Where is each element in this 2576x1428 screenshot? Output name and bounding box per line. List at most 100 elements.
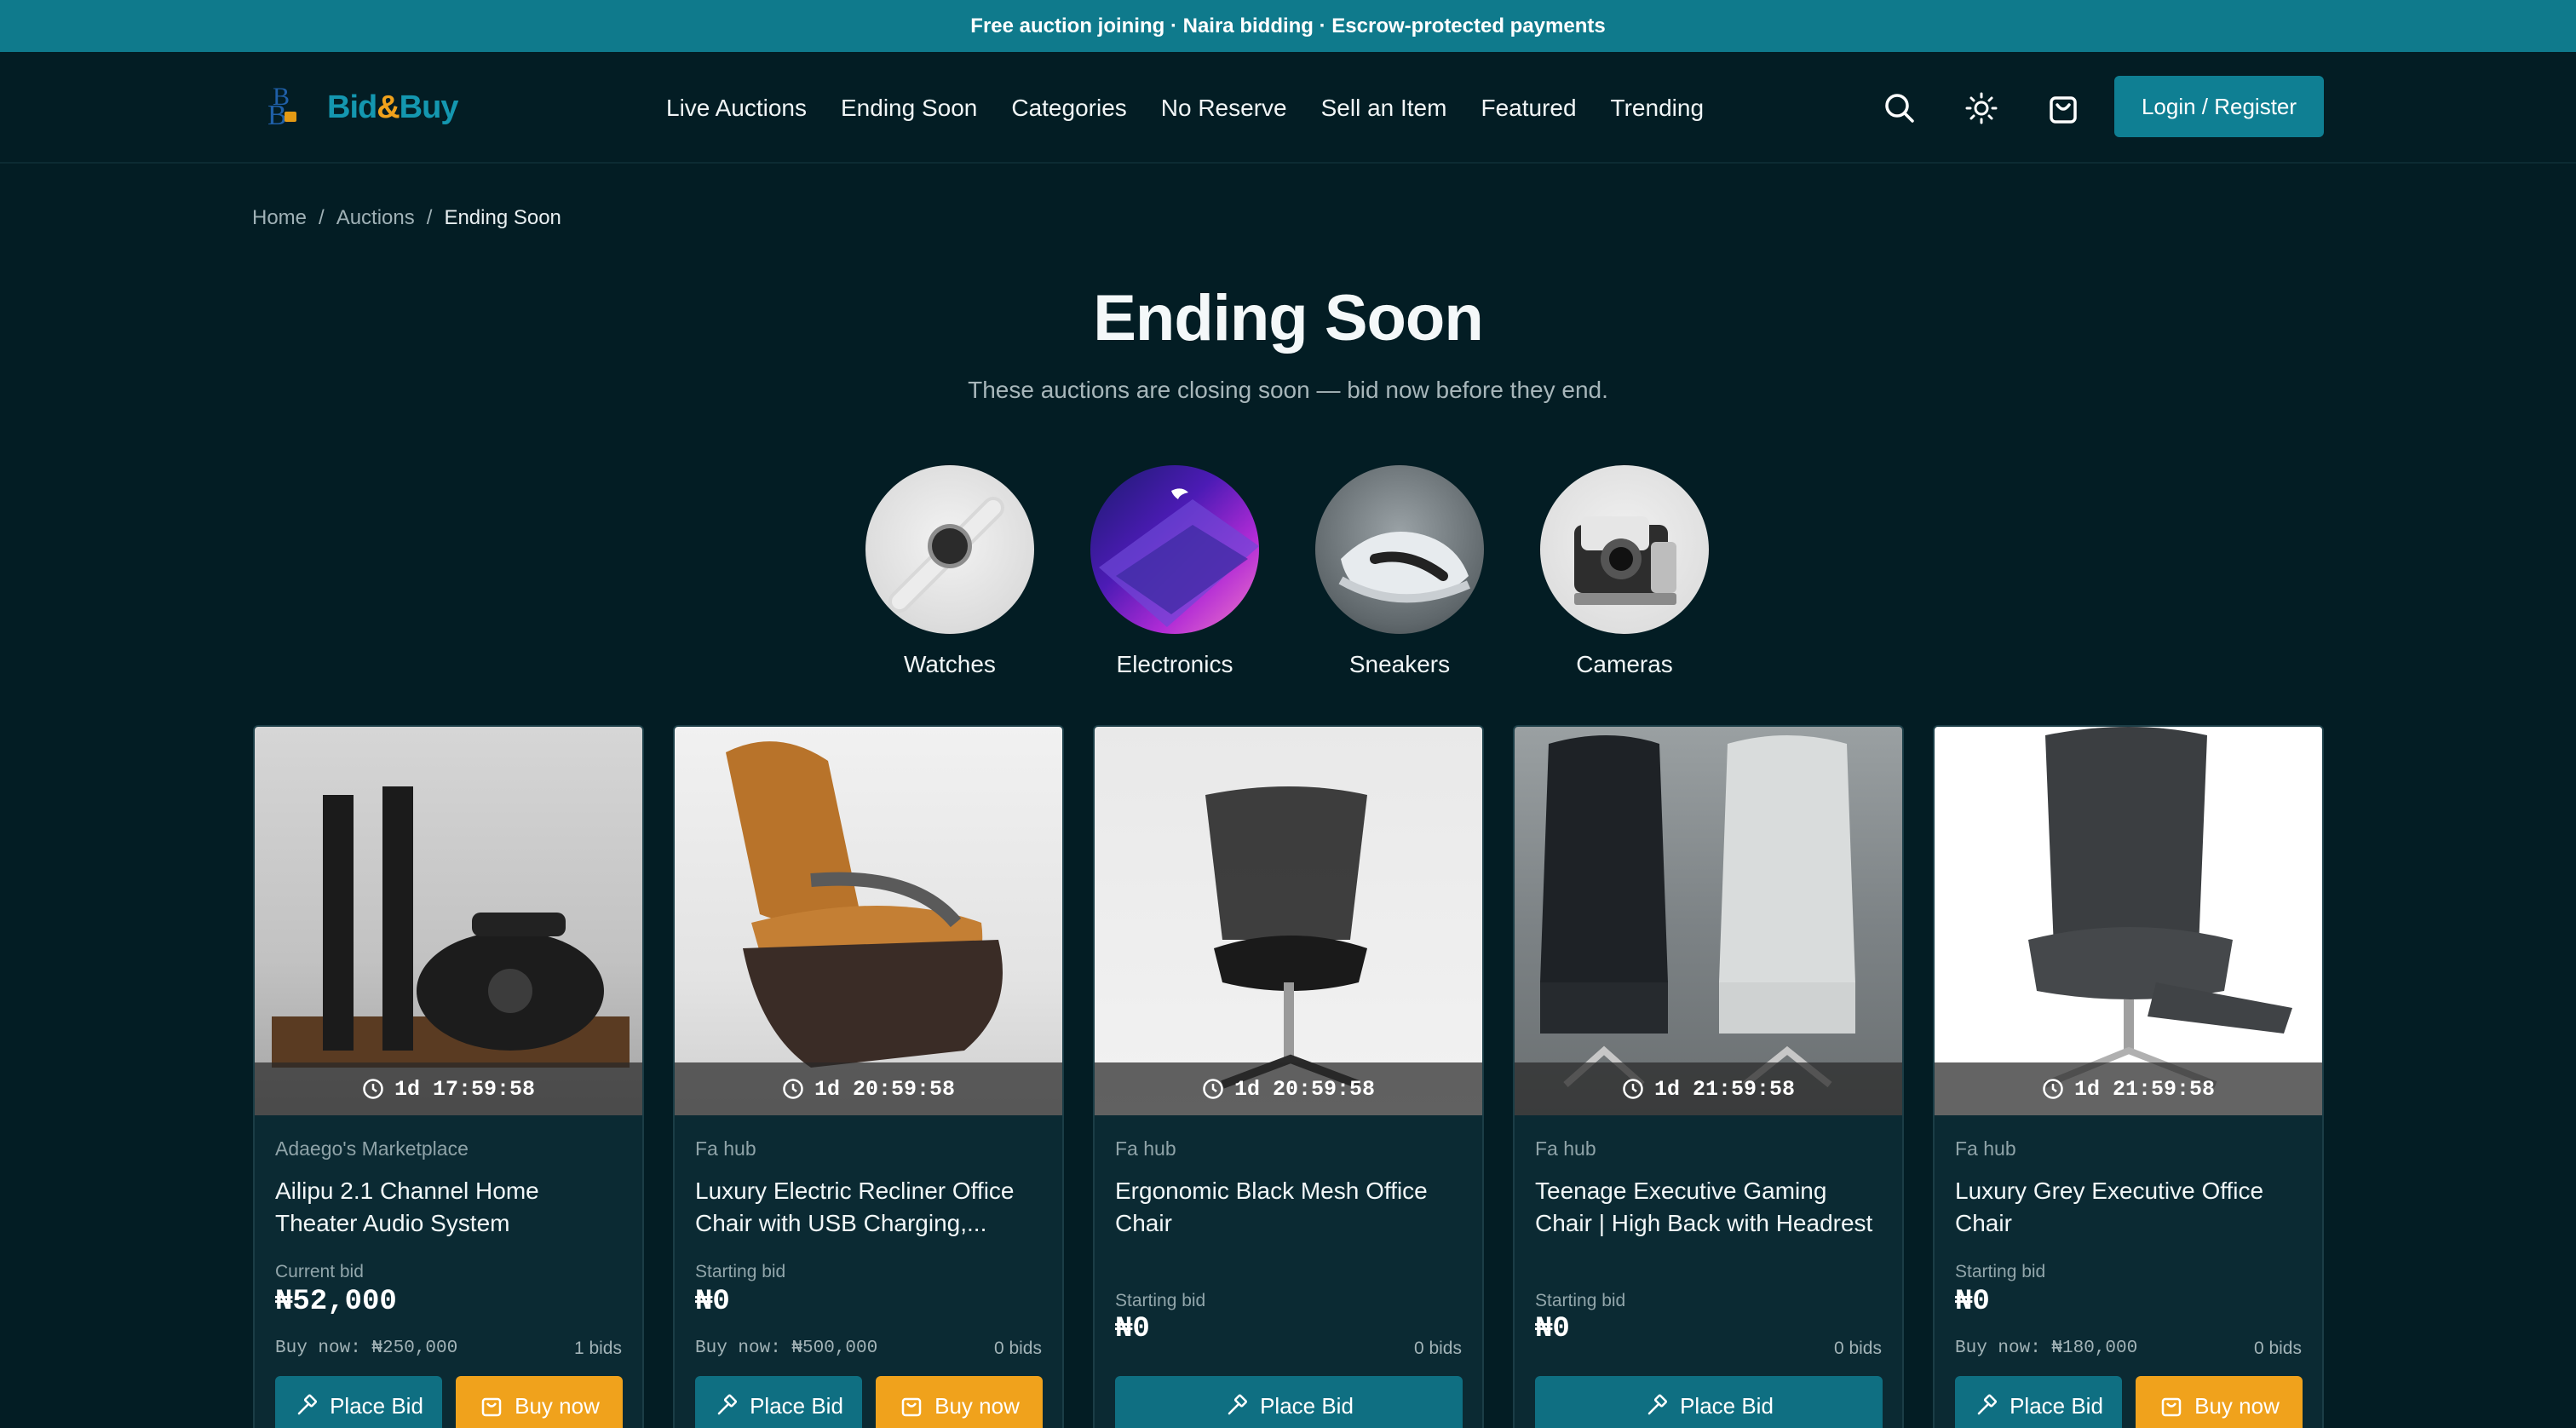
place-bid-button[interactable]: Place Bid (1535, 1376, 1883, 1428)
auction-card[interactable]: 1d 17:59:58 Adaego's Marketplace Ailipu … (253, 725, 644, 1428)
category-label: Cameras (1576, 651, 1673, 677)
category-label: Watches (904, 651, 996, 677)
buy-now-price: Buy now: ₦180,000 (1955, 1339, 2138, 1358)
watch-image (865, 465, 1034, 634)
price-label: Current bid (275, 1262, 364, 1281)
breadcrumb-separator: / (426, 206, 433, 229)
breadcrumb-home[interactable]: Home (252, 206, 307, 230)
item-title[interactable]: Teenage Executive Gaming Chair | High Ba… (1535, 1175, 1884, 1240)
bid-count: 0 bids (993, 1339, 1042, 1358)
nav-no-reserve[interactable]: No Reserve (1161, 95, 1287, 122)
place-bid-button[interactable]: Place Bid (275, 1376, 442, 1428)
clock-icon (783, 1079, 803, 1099)
place-bid-button[interactable]: Place Bid (1955, 1376, 2122, 1428)
category-cameras[interactable]: Cameras (1540, 465, 1709, 678)
buy-now-button[interactable]: Buy now (876, 1376, 1043, 1428)
timer-text: 1d 20:59:58 (814, 1076, 956, 1102)
countdown-timer: 1d 20:59:58 (675, 1062, 1062, 1115)
price-value: ₦0 (1955, 1286, 1990, 1318)
item-title[interactable]: Ailipu 2.1 Channel Home Theater Audio Sy… (275, 1175, 624, 1240)
buy-now-button[interactable]: Buy now (2136, 1376, 2303, 1428)
nav-featured[interactable]: Featured (1481, 95, 1576, 122)
bid-count: 0 bids (1833, 1339, 1882, 1358)
item-title[interactable]: Luxury Grey Executive Office Chair (1955, 1175, 2304, 1240)
sneaker-image (1315, 465, 1484, 634)
price-value: ₦0 (695, 1286, 730, 1318)
nav-ending-soon[interactable]: Ending Soon (841, 95, 977, 122)
nav-trending[interactable]: Trending (1611, 95, 1704, 122)
category-sneakers[interactable]: Sneakers (1315, 465, 1484, 678)
countdown-timer: 1d 21:59:58 (1515, 1062, 1902, 1115)
buy-now-button[interactable]: Buy now (456, 1376, 623, 1428)
bag-icon (481, 1397, 502, 1417)
breadcrumb: Home / Auctions / Ending Soon (252, 206, 561, 230)
search-icon[interactable] (1883, 91, 1917, 125)
timer-text: 1d 21:59:58 (1653, 1076, 1796, 1102)
logo[interactable]: BB Bid&Buy (267, 83, 458, 132)
bid-count: 0 bids (1413, 1339, 1462, 1358)
gavel-icon (717, 1394, 738, 1415)
clock-icon (1203, 1079, 1223, 1099)
buy-now-price: Buy now: ₦250,000 (275, 1339, 458, 1358)
seller-name[interactable]: Fa hub (695, 1137, 756, 1160)
timer-text: 1d 21:59:58 (2073, 1076, 2216, 1102)
gavel-icon (1228, 1394, 1248, 1415)
nav-sell-an-item[interactable]: Sell an Item (1321, 95, 1447, 122)
clock-icon (2043, 1079, 2063, 1099)
countdown-timer: 1d 21:59:58 (1935, 1062, 2322, 1115)
main-nav: Live Auctions Ending Soon Categories No … (666, 52, 1704, 164)
price-label: Starting bid (695, 1262, 786, 1281)
nav-live-auctions[interactable]: Live Auctions (666, 95, 807, 122)
bid-count: 0 bids (2253, 1339, 2302, 1358)
mesh-chair-image: 1d 20:59:58 (1095, 727, 1482, 1115)
clock-icon (363, 1079, 383, 1099)
breadcrumb-auctions[interactable]: Auctions (336, 206, 415, 230)
price-label: Starting bid (1535, 1291, 1626, 1310)
auction-card[interactable]: 1d 21:59:58 Fa hub Luxury Grey Executive… (1933, 725, 2324, 1428)
category-watches[interactable]: Watches (865, 465, 1034, 678)
auction-card[interactable]: 1d 20:59:58 Fa hub Ergonomic Black Mesh … (1093, 725, 1484, 1428)
auction-card[interactable]: 1d 21:59:58 Fa hub Teenage Executive Gam… (1513, 725, 1904, 1428)
nav-categories[interactable]: Categories (1011, 95, 1126, 122)
category-list: Watches Electronics Sneakers Cameras (865, 465, 1709, 678)
seller-name[interactable]: Fa hub (1115, 1137, 1176, 1160)
laptop-image (1090, 465, 1259, 634)
home-theater-image: 1d 17:59:58 (255, 727, 642, 1115)
category-label: Sneakers (1348, 651, 1451, 677)
bid-count: 1 bids (573, 1339, 622, 1358)
category-label: Electronics (1116, 651, 1233, 677)
gaming-chair-image: 1d 21:59:58 (1515, 727, 1902, 1115)
price-value: ₦52,000 (275, 1286, 397, 1318)
price-value: ₦0 (1115, 1313, 1150, 1345)
seller-name[interactable]: Fa hub (1955, 1137, 2016, 1160)
page-title: Ending Soon (1093, 282, 1484, 354)
gavel-icon (1647, 1394, 1668, 1415)
place-bid-button[interactable]: Place Bid (695, 1376, 862, 1428)
page-subtitle: These auctions are closing soon — bid no… (968, 377, 1608, 403)
login-register-button[interactable]: Login / Register (2114, 76, 2324, 137)
announcement-bar: Free auction joining · Naira bidding · E… (0, 0, 2576, 52)
logo-text: Bid&Buy (327, 89, 458, 125)
item-title[interactable]: Luxury Electric Recliner Office Chair wi… (695, 1175, 1044, 1240)
price-label: Starting bid (1115, 1291, 1206, 1310)
price-label: Starting bid (1955, 1262, 2046, 1281)
logo-mark: BB (267, 83, 305, 132)
price-value: ₦0 (1535, 1313, 1570, 1345)
recliner-chair-image: 1d 20:59:58 (675, 727, 1062, 1115)
timer-text: 1d 20:59:58 (1233, 1076, 1376, 1102)
sun-icon[interactable] (1964, 91, 1998, 125)
announcement-text: Free auction joining · Naira bidding · E… (970, 14, 1606, 37)
executive-chair-image: 1d 21:59:58 (1935, 727, 2322, 1115)
breadcrumb-separator: / (319, 206, 325, 229)
category-electronics[interactable]: Electronics (1090, 465, 1259, 678)
seller-name[interactable]: Fa hub (1535, 1137, 1596, 1160)
seller-name[interactable]: Adaego's Marketplace (275, 1137, 469, 1160)
countdown-timer: 1d 17:59:58 (255, 1062, 642, 1115)
place-bid-button[interactable]: Place Bid (1115, 1376, 1463, 1428)
auction-card[interactable]: 1d 20:59:58 Fa hub Luxury Electric Recli… (673, 725, 1064, 1428)
item-title[interactable]: Ergonomic Black Mesh Office Chair (1115, 1175, 1464, 1240)
bag-icon (901, 1397, 922, 1417)
cart-icon[interactable] (2046, 91, 2080, 125)
buy-now-price: Buy now: ₦500,000 (695, 1339, 878, 1358)
countdown-timer: 1d 20:59:58 (1095, 1062, 1482, 1115)
